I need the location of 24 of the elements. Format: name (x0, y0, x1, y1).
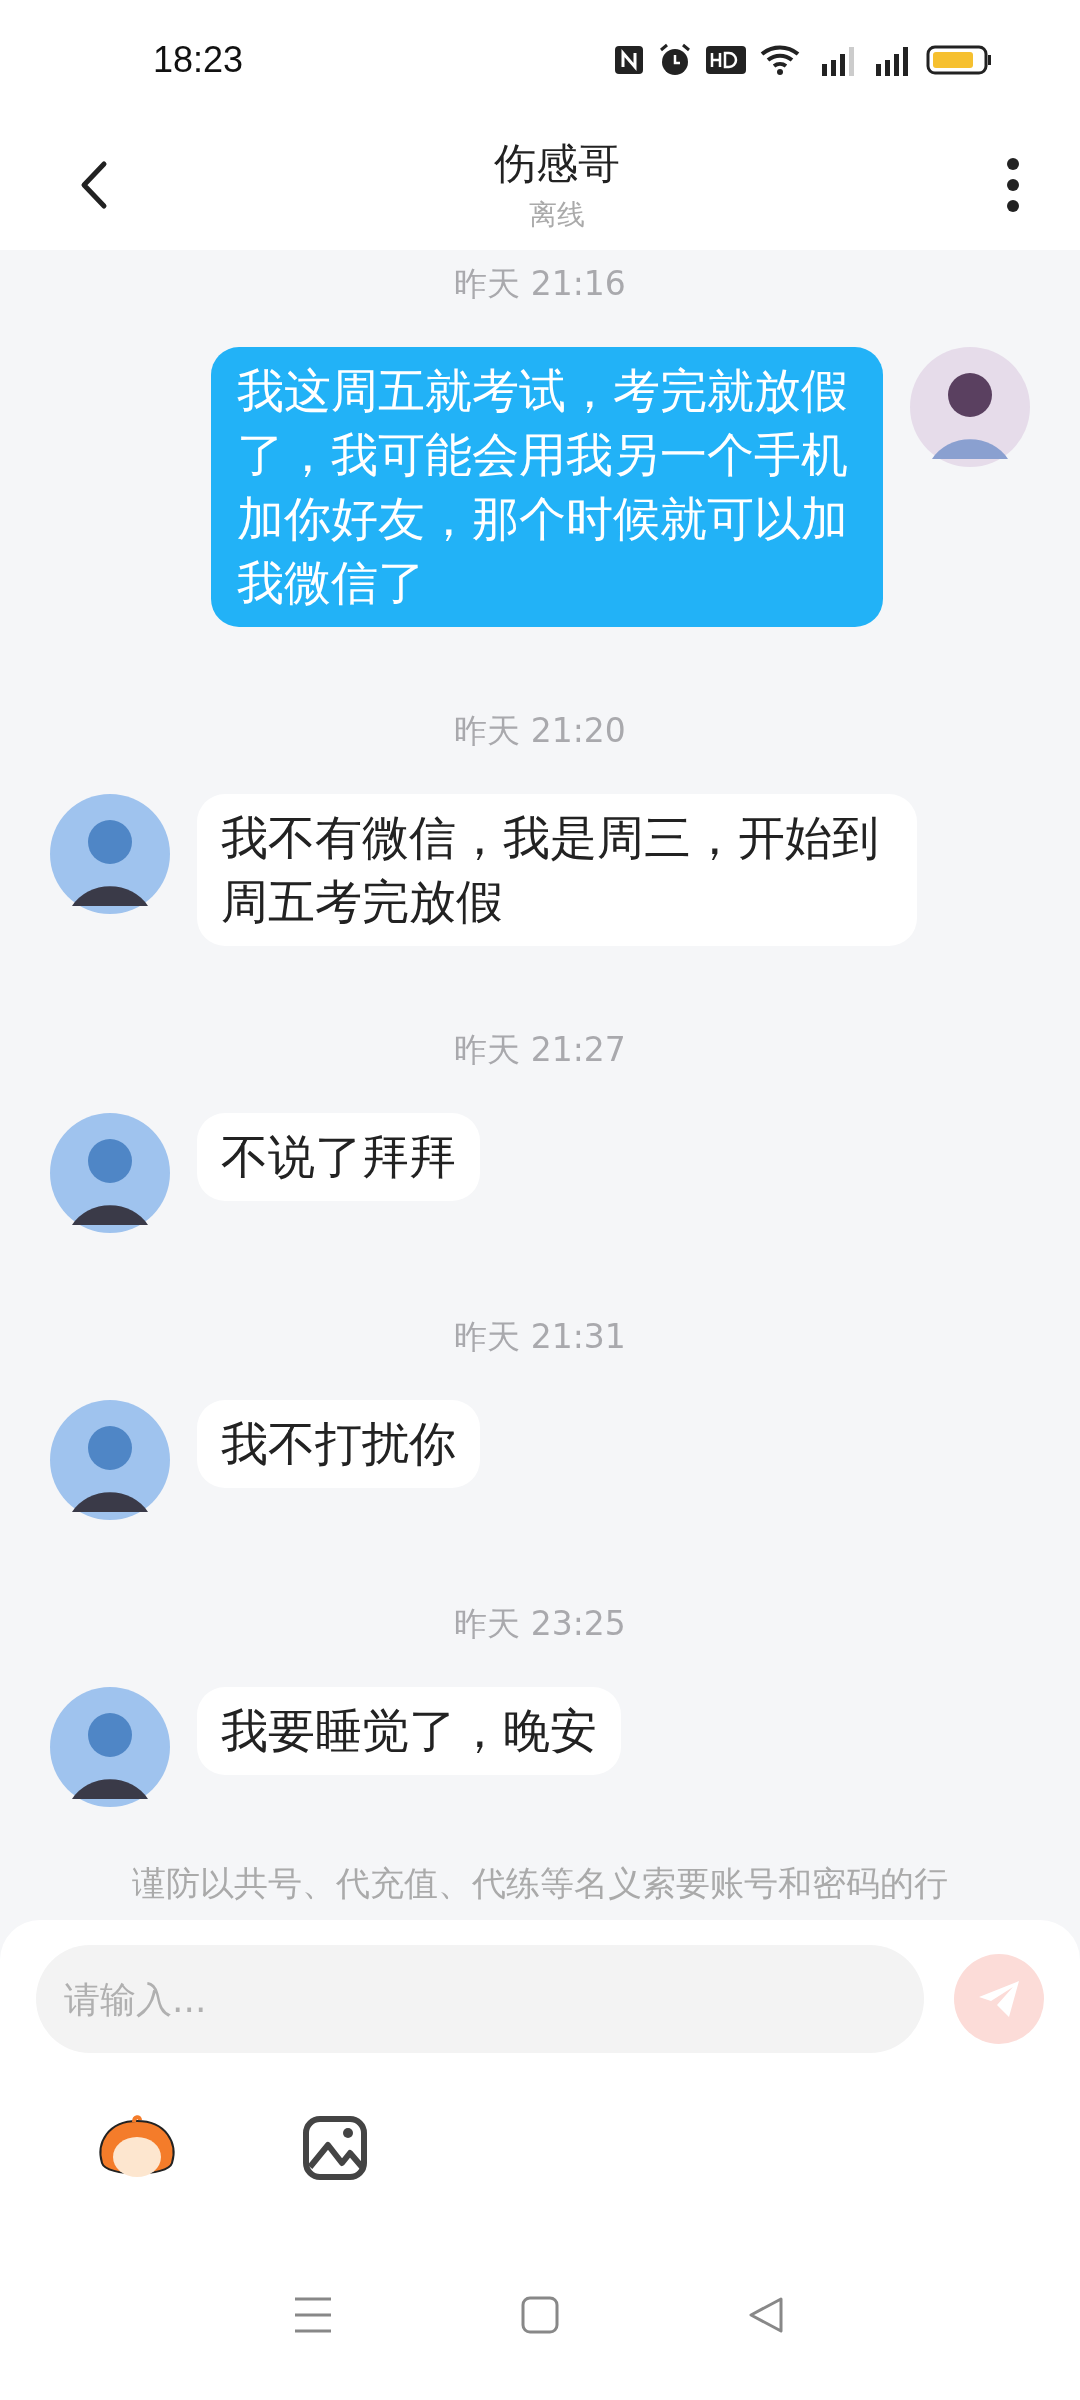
message-time: 昨天 21:16 (454, 263, 626, 305)
more-icon[interactable] (1006, 157, 1020, 213)
menu-icon[interactable] (293, 2295, 334, 2335)
send-icon (977, 1979, 1021, 2019)
message-input[interactable]: 请输入... (36, 1945, 924, 2053)
message-time: 昨天 21:20 (454, 710, 626, 752)
hd-icon (706, 46, 746, 74)
home-icon[interactable] (520, 2295, 560, 2335)
message-bubble: 我这周五就考试，考完就放假了，我可能会用我另一个手机加你好友，那个时候就可以加我微信了 (211, 347, 883, 627)
message-bubble: 我不打扰你 (197, 1400, 480, 1488)
message-bubble: 我要睡觉了，晚安 (197, 1687, 621, 1775)
message-time: 昨天 23:25 (454, 1603, 626, 1645)
security-notice: 谨防以共号、代充值、代练等名义索要账号和密码的行 (131, 1862, 949, 1905)
nfc-icon (614, 45, 644, 75)
alarm-icon (658, 43, 692, 77)
message-bubble: 我不有微信，我是周三，开始到周五考完放假 (197, 794, 917, 946)
message-time: 昨天 21:27 (454, 1029, 626, 1071)
contact-status: 离线 (529, 197, 585, 233)
message-time: 昨天 21:31 (454, 1316, 626, 1358)
status-time: 18:23 (153, 39, 244, 81)
contact-name: 伤感哥 (494, 138, 620, 190)
image-icon[interactable] (302, 2115, 368, 2181)
battery-icon (926, 44, 992, 76)
message-bubble: 不说了拜拜 (197, 1113, 480, 1201)
